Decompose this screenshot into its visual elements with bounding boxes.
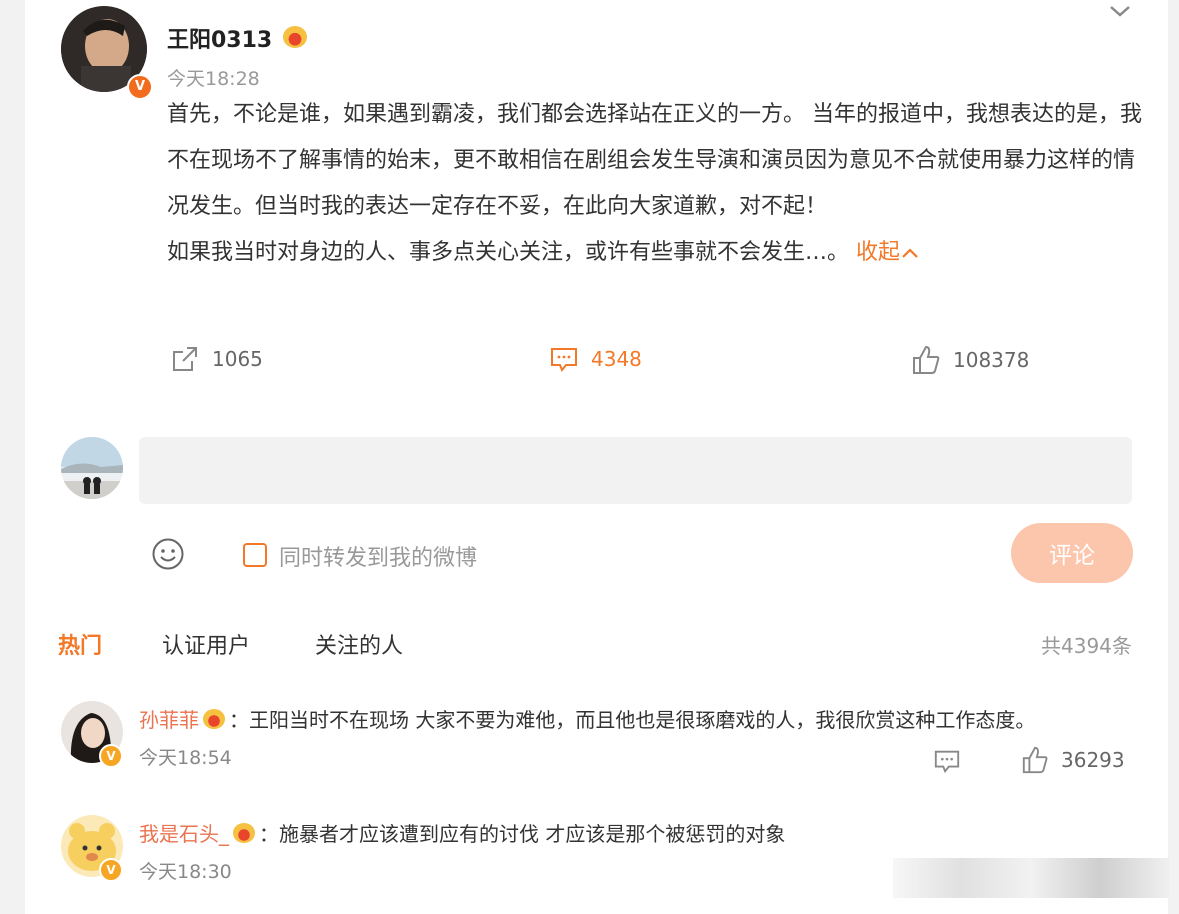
current-user-avatar[interactable] [61,437,123,499]
weibo-post-card: V 王阳0313 今天18:28 首先，不论是谁，如果遇到霸凌，我们都会选择站在… [25,0,1169,914]
comment-colon: ： [259,822,279,846]
collapse-label: 收起 [856,240,901,265]
tab-verified-users[interactable]: 认证用户 [162,628,250,660]
comment-text-line: 孙菲菲 ： 王阳当时不在现场 大家不要为难他，而且他也是很琢磨戏的人，我很欣赏这… [139,704,1035,733]
post-body: 首先，不论是谁，如果遇到霸凌，我们都会选择站在正义的一方。 当年的报道中，我想表… [167,92,1147,276]
verified-badge: V [99,744,123,768]
verified-badge: V [99,858,123,882]
comment-like-count: 36293 [1061,748,1125,772]
repost-button[interactable]: 1065 [170,344,263,374]
comment-total: 共4394条 [1041,634,1132,658]
commenter-name[interactable]: 孙菲菲 [139,704,199,733]
comment-text: 施暴者才应该遭到应有的讨伐 才应该是那个被惩罚的对象 [279,822,786,846]
post-timestamp[interactable]: 今天18:28 [167,64,260,91]
like-icon [913,345,940,374]
comment-count: 4348 [591,347,642,371]
collapse-link[interactable]: 收起 [856,240,920,265]
comment-time: 今天18:30 [139,861,232,883]
crown-icon [203,708,225,729]
comment-button[interactable]: 4348 [549,344,642,374]
comment-input[interactable] [139,437,1132,504]
like-count: 108378 [953,348,1030,372]
like-button[interactable]: 108378 [911,344,1029,376]
comment-text: 王阳当时不在现场 大家不要为难他，而且他也是很琢磨戏的人，我很欣赏这种工作态度。 [249,708,1036,732]
comment-icon [551,348,577,372]
verified-badge: V [127,74,153,100]
repost-count: 1065 [212,347,263,371]
like-icon [1022,746,1048,774]
emoji-icon[interactable] [151,537,185,571]
post-paragraph-text: 如果我当时对身边的人、事多点关心关注，或许有些事就不会发生…。 [167,240,850,265]
author-name[interactable]: 王阳0313 [167,22,272,54]
comment-time: 今天18:54 [139,747,232,769]
comment-like-button[interactable]: 36293 [1021,745,1125,775]
submit-comment-button[interactable]: 评论 [1011,523,1133,583]
commenter-name[interactable]: 我是石头_ [139,818,229,847]
comment-text-line: 我是石头_ ： 施暴者才应该遭到应有的讨伐 才应该是那个被惩罚的对象 [139,818,785,847]
chevron-up-icon [902,248,918,258]
repost-icon [173,347,197,371]
post-paragraph: 首先，不论是谁，如果遇到霸凌，我们都会选择站在正义的一方。 当年的报道中，我想表… [167,102,1142,219]
chevron-down-icon[interactable] [1108,2,1132,20]
tab-following[interactable]: 关注的人 [315,628,403,660]
comment-colon: ： [229,708,249,732]
watermark-overlay [893,858,1169,898]
forward-label[interactable]: 同时转发到我的微博 [279,540,477,572]
forward-checkbox[interactable] [243,543,267,567]
post-paragraph: 如果我当时对身边的人、事多点关心关注，或许有些事就不会发生…。 收起 [167,230,1147,276]
crown-icon [233,822,255,843]
crown-icon [283,26,307,48]
reply-icon[interactable] [933,747,961,775]
tab-hot[interactable]: 热门 [58,628,102,660]
